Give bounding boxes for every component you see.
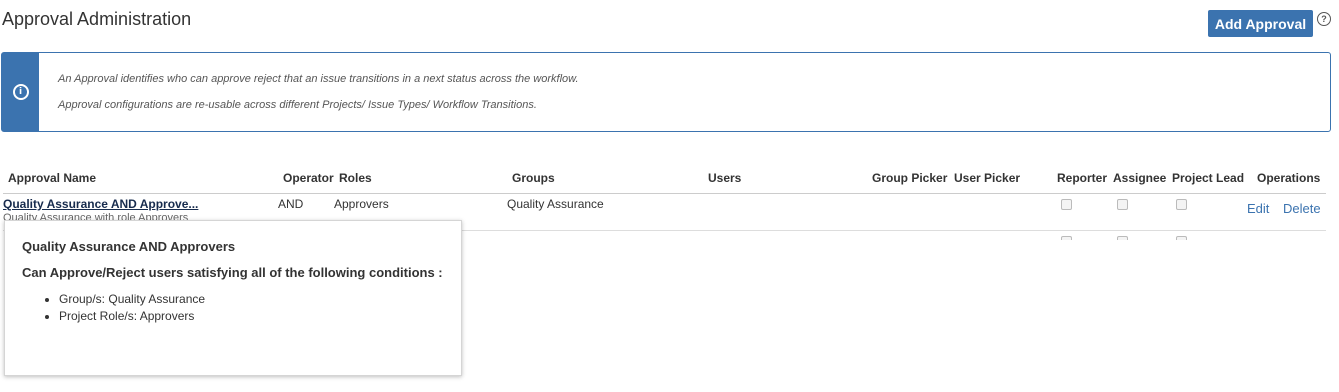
help-icon[interactable]: ? (1317, 12, 1331, 26)
delete-link[interactable]: Delete (1283, 201, 1321, 216)
popup-title: Quality Assurance AND Approvers (22, 239, 236, 254)
col-user-picker: User Picker (954, 171, 1021, 185)
reporter-checkbox[interactable] (1061, 199, 1072, 210)
add-approval-button[interactable]: Add Approval (1208, 10, 1313, 37)
info-sidebar: i (2, 53, 39, 131)
col-groups: Groups (512, 171, 555, 185)
operator-value: AND (278, 197, 304, 211)
header-divider (3, 193, 1326, 194)
approval-name-link[interactable]: Quality Assurance AND Approve... (3, 197, 198, 211)
col-assignee: Assignee (1113, 171, 1167, 185)
info-line-1: An Approval identifies who can approve r… (58, 73, 579, 85)
col-operations: Operations (1257, 171, 1321, 185)
list-item: Project Role/s: Approvers (59, 308, 205, 325)
edit-link[interactable]: Edit (1247, 201, 1269, 216)
popup-subtitle: Can Approve/Reject users satisfying all … (22, 265, 443, 280)
info-icon: i (12, 84, 29, 100)
col-users: Users (708, 171, 742, 185)
project-lead-checkbox[interactable] (1176, 236, 1187, 240)
roles-value: Approvers (334, 197, 389, 211)
col-roles: Roles (339, 171, 372, 185)
col-operator: Operator (283, 171, 334, 185)
col-group-picker: Group Picker (872, 171, 948, 185)
project-lead-checkbox[interactable] (1176, 199, 1187, 210)
assignee-checkbox[interactable] (1117, 236, 1128, 240)
approval-details-popup: Quality Assurance AND Approvers Can Appr… (4, 220, 462, 376)
info-panel: i An Approval identifies who can approve… (1, 52, 1331, 132)
reporter-checkbox[interactable] (1061, 236, 1072, 240)
popup-conditions-list: Group/s: Quality Assurance Project Role/… (22, 291, 205, 325)
page-title: Approval Administration (2, 9, 192, 29)
assignee-checkbox[interactable] (1117, 199, 1128, 210)
col-project-lead: Project Lead (1172, 171, 1245, 185)
info-line-2: Approval configurations are re-usable ac… (58, 99, 537, 111)
list-item: Group/s: Quality Assurance (59, 291, 205, 308)
col-approval-name[interactable]: Approval Name (8, 171, 96, 185)
groups-value: Quality Assurance (507, 197, 604, 211)
col-reporter: Reporter (1057, 171, 1108, 185)
